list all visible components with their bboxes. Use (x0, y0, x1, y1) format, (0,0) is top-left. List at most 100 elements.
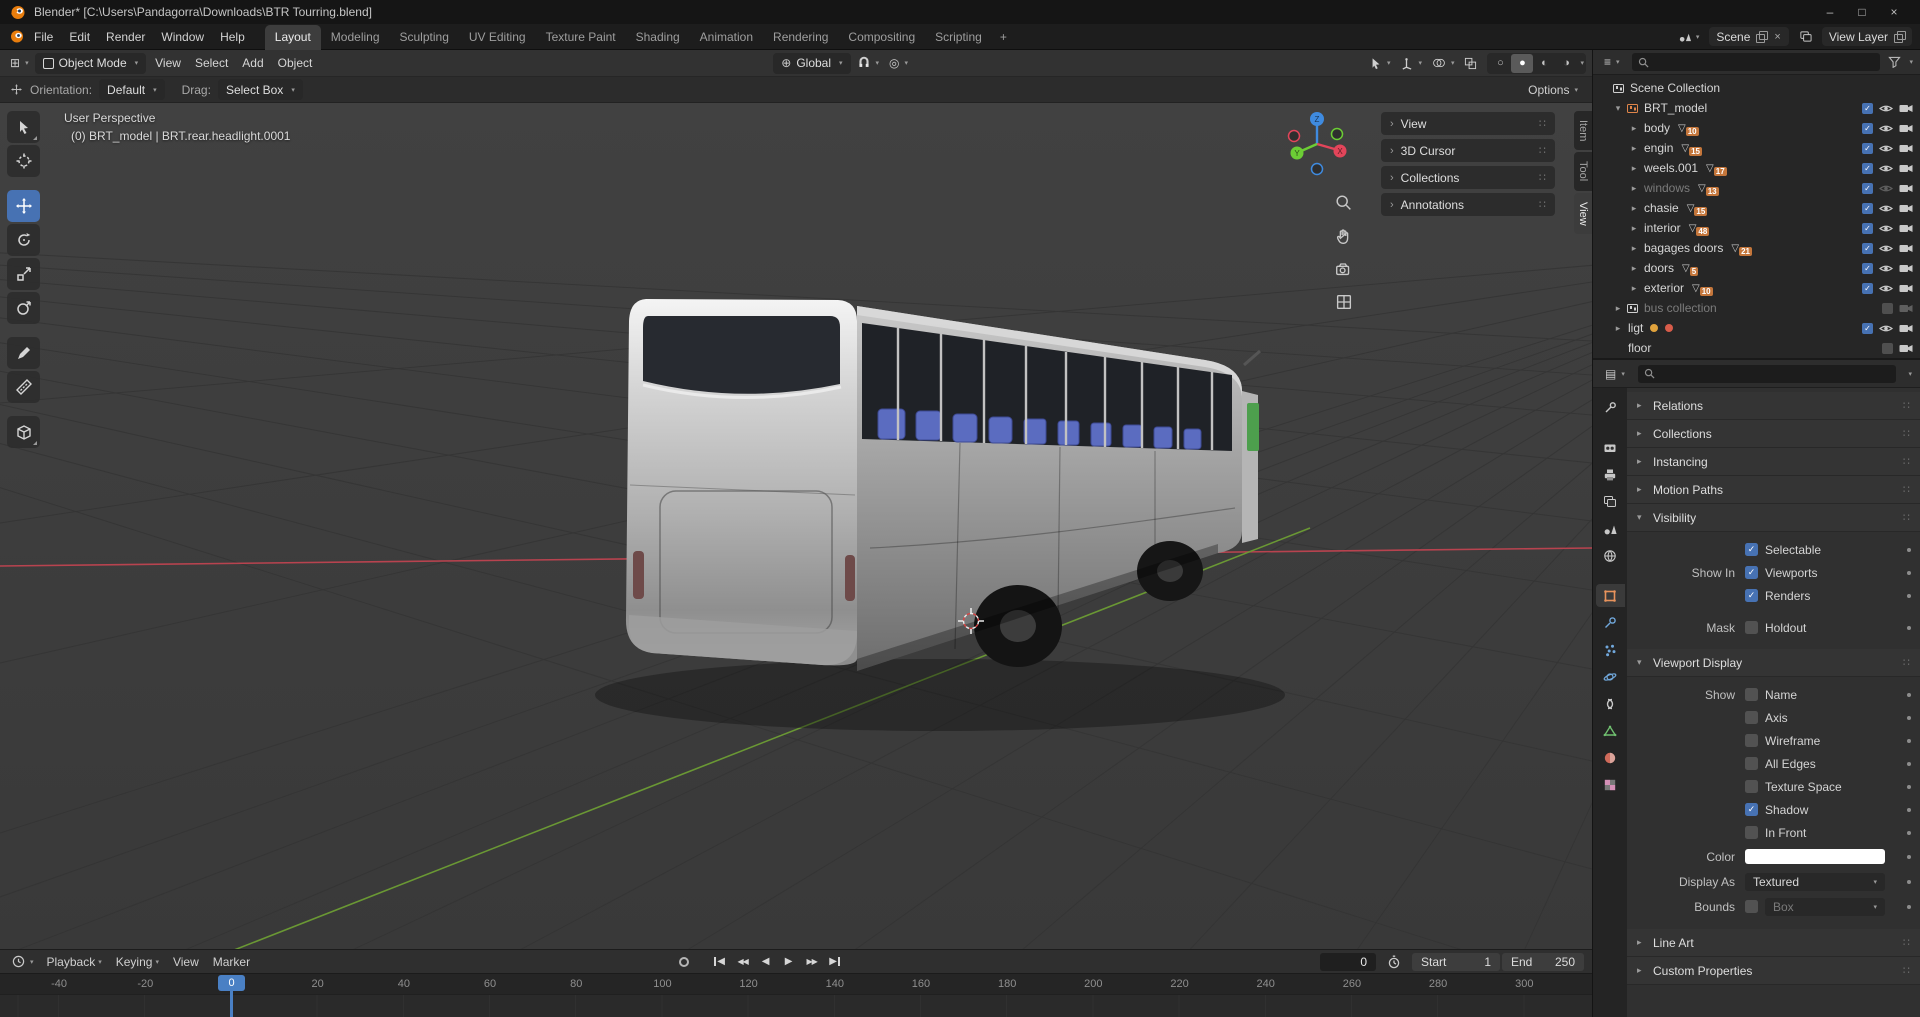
outliner-row[interactable]: ▸ windows ▽ 13 (1593, 178, 1920, 198)
properties-options-icon[interactable]: ▾ (1908, 370, 1912, 378)
panel-header[interactable]: ▸ Custom Properties ∷ (1627, 957, 1920, 985)
expand-icon[interactable]: ▸ (1629, 263, 1639, 274)
hide-viewport-eye-icon[interactable] (1879, 324, 1893, 333)
hide-viewport-eye-icon[interactable] (1879, 224, 1893, 233)
animate-property-dot[interactable] (1907, 905, 1911, 909)
panel-header-visibility[interactable]: ▾ Visibility ∷ (1627, 504, 1920, 532)
expand-icon[interactable]: ▸ (1629, 203, 1639, 214)
pan-hand-icon[interactable] (1332, 224, 1356, 248)
selectability-dropdown[interactable]: ▾ (1366, 54, 1395, 73)
tab-tool[interactable] (1596, 396, 1625, 419)
preview-range-icon[interactable] (1382, 950, 1406, 974)
animate-property-dot[interactable] (1907, 880, 1911, 884)
unlink-scene-icon[interactable]: × (1773, 31, 1781, 43)
outliner-row[interactable]: ▸ ligt (1593, 318, 1920, 338)
shading-dropdown-icon[interactable]: ▾ (1580, 59, 1584, 67)
outliner-row[interactable]: ▸ exterior ▽ 10 (1593, 278, 1920, 298)
exclude-checkbox[interactable] (1862, 223, 1873, 234)
rear-headlight-left[interactable] (633, 551, 644, 599)
timeline-menu-item[interactable]: View (166, 952, 206, 972)
disable-render-camera-icon[interactable] (1899, 224, 1913, 233)
expand-icon[interactable]: ▸ (1629, 143, 1639, 154)
topbar-menu-item[interactable]: Edit (61, 26, 98, 48)
hide-viewport-eye-icon[interactable] (1879, 124, 1893, 133)
exclude-checkbox[interactable] (1882, 303, 1893, 314)
outliner-row[interactable]: floor (1593, 338, 1920, 358)
animate-property-dot[interactable] (1907, 594, 1911, 598)
viewport-menu-item[interactable]: Select (188, 52, 235, 74)
n-panel-tab[interactable]: Tool (1574, 152, 1592, 190)
view-layer-selector[interactable]: View Layer (1822, 27, 1912, 46)
checkbox[interactable] (1745, 688, 1758, 701)
gizmos-dropdown[interactable]: ▾ (1396, 54, 1426, 73)
tab-output[interactable] (1596, 463, 1625, 486)
mode-dropdown[interactable]: Object Mode▾ (35, 53, 147, 74)
shading-material-button[interactable]: ◐ (1533, 54, 1555, 73)
outliner-row[interactable]: ▸ body ▽ 10 (1593, 118, 1920, 138)
animate-property-dot[interactable] (1907, 693, 1911, 697)
hide-viewport-eye-icon[interactable] (1879, 244, 1893, 253)
panel-header-viewport-display[interactable]: ▾ Viewport Display ∷ (1627, 649, 1920, 677)
workspace-tab[interactable]: Modeling (321, 25, 390, 50)
tab-texture[interactable] (1596, 773, 1625, 796)
n-panel-section[interactable]: › 3D Cursor ∷ (1381, 139, 1555, 162)
properties-search-input[interactable] (1638, 365, 1897, 383)
expand-icon[interactable]: ▸ (1629, 183, 1639, 194)
tool-select-box[interactable] (7, 111, 40, 143)
exclude-checkbox[interactable] (1862, 163, 1873, 174)
tab-modifiers[interactable] (1596, 611, 1625, 634)
workspace-tab[interactable]: Sculpting (390, 25, 459, 50)
tool-rotate[interactable] (7, 224, 40, 256)
outliner-search-input[interactable] (1632, 53, 1881, 71)
gizmo-y-neg[interactable] (1332, 129, 1343, 140)
3d-viewport[interactable]: User Perspective (0) BRT_model | BRT.rea… (0, 103, 1592, 949)
toggle-ortho-icon[interactable] (1332, 290, 1356, 314)
panel-header[interactable]: ▸ Instancing ∷ (1627, 448, 1920, 476)
panel-header[interactable]: ▸ Collections ∷ (1627, 420, 1920, 448)
tool-scale[interactable] (7, 258, 40, 290)
hide-viewport-eye-icon[interactable] (1879, 264, 1893, 273)
filter-icon[interactable] (1888, 56, 1901, 68)
exclude-checkbox[interactable] (1862, 323, 1873, 334)
exclude-checkbox[interactable] (1882, 343, 1893, 354)
outliner-row[interactable]: ▸ weels.001 ▽ 17 (1593, 158, 1920, 178)
tab-object[interactable] (1596, 584, 1625, 607)
jump-to-start-button[interactable]: ◀ (709, 953, 730, 971)
overlays-dropdown[interactable]: ▾ (1428, 54, 1459, 72)
expand-icon[interactable]: ▸ (1629, 123, 1639, 134)
timeline-editor-type-button[interactable]: ▾ (8, 952, 38, 971)
current-frame-field[interactable]: 0 (1320, 953, 1376, 971)
tool-annotate[interactable] (7, 337, 40, 369)
rear-headlight-right[interactable] (845, 555, 855, 601)
tool-cursor[interactable] (7, 145, 40, 177)
jump-to-end-button[interactable]: ▶ (824, 953, 845, 971)
expand-icon[interactable]: ▸ (1613, 303, 1623, 314)
disable-render-camera-icon[interactable] (1899, 264, 1913, 273)
frame-end-field[interactable]: End250 (1502, 953, 1584, 971)
outliner-row[interactable]: ▸ interior ▽ 48 (1593, 218, 1920, 238)
checkbox[interactable] (1745, 780, 1758, 793)
n-panel-section[interactable]: › Collections ∷ (1381, 166, 1555, 189)
exclude-checkbox[interactable] (1862, 103, 1873, 114)
workspace-tab[interactable]: Rendering (763, 25, 838, 50)
tab-render[interactable] (1596, 436, 1625, 459)
disable-render-camera-icon[interactable] (1899, 104, 1913, 113)
new-view-layer-icon[interactable] (1894, 31, 1905, 42)
animate-property-dot[interactable] (1907, 831, 1911, 835)
disable-render-camera-icon[interactable] (1899, 344, 1913, 353)
n-panel-section[interactable]: › View ∷ (1381, 112, 1555, 135)
xray-toggle[interactable] (1460, 54, 1481, 73)
blender-menu-logo-icon[interactable] (8, 29, 26, 44)
outliner-row[interactable]: Scene Collection (1593, 78, 1920, 98)
viewport-menu-item[interactable]: View (148, 52, 188, 74)
outliner-editor-type-button[interactable]: ≡▾ (1600, 52, 1624, 72)
animate-property-dot[interactable] (1907, 739, 1911, 743)
animate-property-dot[interactable] (1907, 762, 1911, 766)
play-button[interactable]: ▶ (778, 953, 799, 971)
outliner-row[interactable]: ▾ BRT_model (1593, 98, 1920, 118)
workspace-tab[interactable]: Compositing (838, 25, 925, 50)
outliner-row[interactable]: ▸ chasie ▽ 15 (1593, 198, 1920, 218)
viewport-menu-item[interactable]: Add (235, 52, 270, 74)
gizmo-x-neg[interactable] (1289, 131, 1300, 142)
outliner-options-icon[interactable]: ▾ (1909, 58, 1913, 66)
